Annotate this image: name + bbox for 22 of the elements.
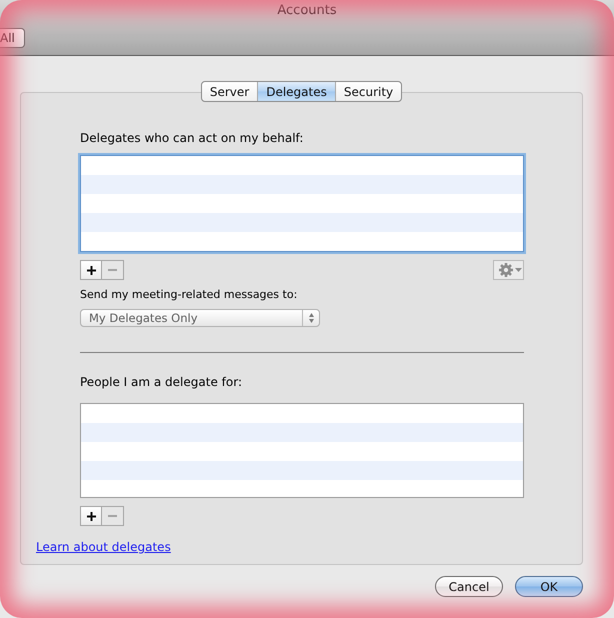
learn-link[interactable]: Learn about delegates <box>36 540 171 555</box>
action-menu-button[interactable] <box>493 260 524 280</box>
send-messages-label: Send my meeting-related messages to: <box>80 288 298 302</box>
plus-icon <box>86 512 96 520</box>
plus-icon <box>86 266 96 274</box>
delegate-for-list[interactable] <box>80 403 524 498</box>
add-button[interactable] <box>80 506 102 526</box>
show-all-button[interactable]: All <box>0 28 25 48</box>
gear-icon <box>498 263 512 277</box>
default-button[interactable]: OK <box>515 576 583 597</box>
delegate-for-label: People I am a delegate for: <box>80 375 242 390</box>
window-title: Accounts <box>277 3 337 19</box>
delegates-label: Delegates who can act on my behalf: <box>80 131 304 146</box>
minus-icon <box>108 269 117 271</box>
add-button[interactable] <box>80 260 102 280</box>
delegates-list[interactable] <box>80 155 524 252</box>
tab[interactable]: Server <box>202 82 258 101</box>
caret-icon <box>514 268 522 272</box>
up-down-arrows-icon <box>308 313 314 323</box>
footer-button[interactable]: Cancel <box>435 576 503 597</box>
tab[interactable]: Delegates <box>257 82 335 101</box>
minus-icon <box>108 515 117 517</box>
